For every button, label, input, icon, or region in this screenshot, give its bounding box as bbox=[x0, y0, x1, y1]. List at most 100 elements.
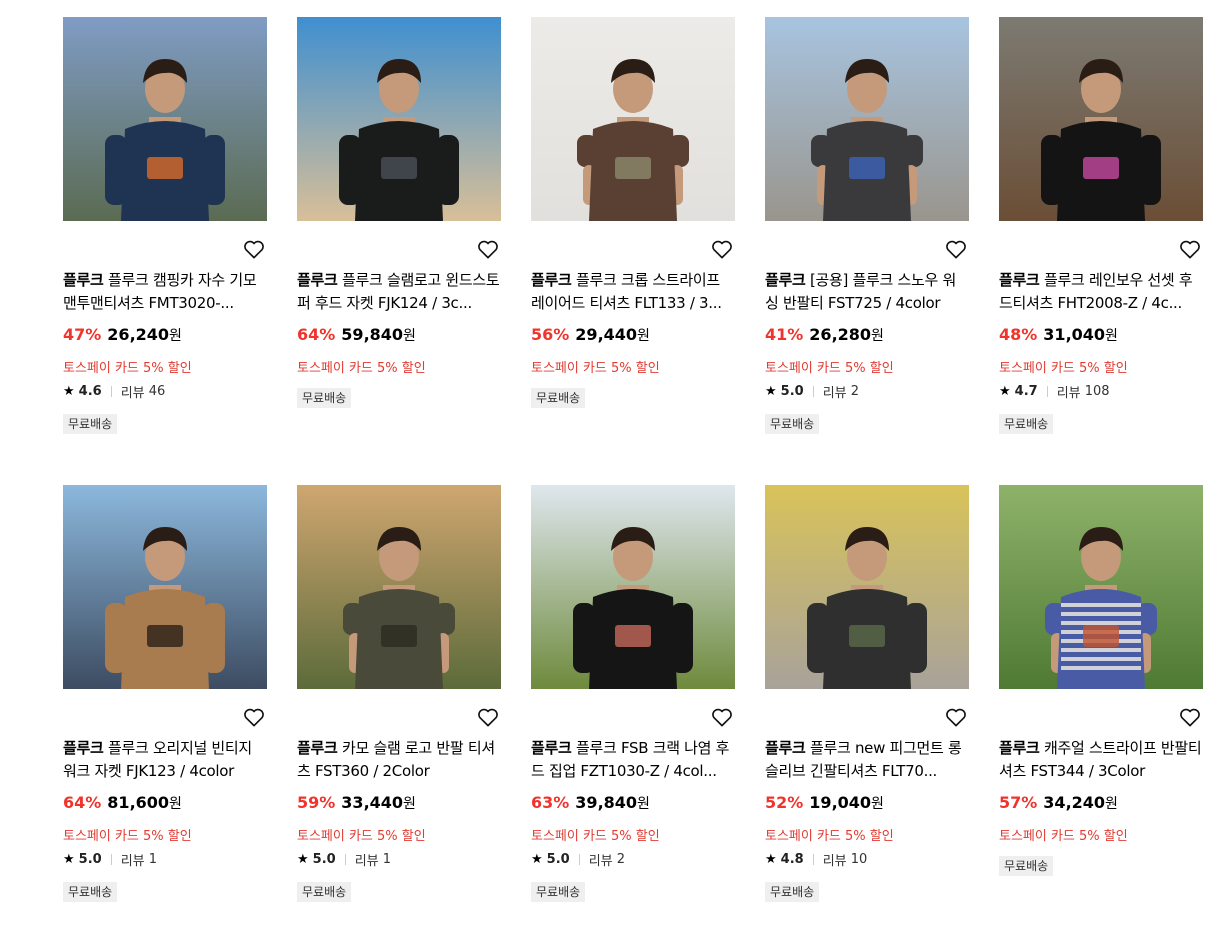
currency-unit: 원 bbox=[169, 796, 182, 812]
price-row: 64% 59,840원 bbox=[297, 325, 416, 345]
free-shipping-badge: 무료배송 bbox=[297, 388, 352, 408]
promo-text: 토스페이 카드 5% 할인 bbox=[765, 361, 894, 376]
review-label: 리뷰 bbox=[822, 386, 847, 401]
heart-icon[interactable] bbox=[243, 239, 265, 259]
product-card[interactable]: 플루크 플루크 슬램로고 윈드스토퍼 후드 자켓 FJK124 / 3c... … bbox=[297, 17, 501, 485]
brand-name[interactable]: 플루크 bbox=[999, 271, 1040, 289]
product-image[interactable] bbox=[999, 17, 1203, 221]
promo-text: 토스페이 카드 5% 할인 bbox=[63, 361, 192, 376]
review-count: 46 bbox=[148, 384, 166, 399]
product-image[interactable] bbox=[531, 17, 735, 221]
promo-text: 토스페이 카드 5% 할인 bbox=[297, 829, 426, 844]
product-image[interactable] bbox=[297, 17, 501, 221]
divider bbox=[1046, 386, 1048, 397]
review-label: 리뷰 bbox=[1056, 386, 1081, 401]
rating-row: ★ 4.8 리뷰 10 bbox=[765, 850, 867, 869]
star-icon: ★ bbox=[63, 852, 75, 867]
promo-text: 토스페이 카드 5% 할인 bbox=[531, 829, 660, 844]
star-icon: ★ bbox=[531, 852, 543, 867]
brand-name[interactable]: 플루크 bbox=[531, 739, 572, 757]
heart-icon[interactable] bbox=[711, 239, 733, 259]
review-label: 리뷰 bbox=[354, 854, 379, 869]
product-title[interactable]: 플루크 플루크 new 피그먼트 롱슬리브 긴팔티셔츠 FLT70... bbox=[765, 737, 969, 783]
product-card[interactable]: 플루크 플루크 레인보우 선셋 후드티셔츠 FHT2008-Z / 4c... … bbox=[999, 17, 1203, 485]
product-image[interactable] bbox=[63, 485, 267, 689]
brand-name[interactable]: 플루크 bbox=[63, 271, 104, 289]
product-title[interactable]: 플루크 플루크 캠핑카 자수 기모 맨투맨티셔츠 FMT3020-... bbox=[63, 269, 267, 315]
brand-name[interactable]: 플루크 bbox=[765, 271, 806, 289]
product-image[interactable] bbox=[531, 485, 735, 689]
free-shipping-badge: 무료배송 bbox=[765, 414, 820, 434]
star-icon: ★ bbox=[765, 384, 777, 399]
product-card[interactable]: 플루크 플루크 FSB 크랙 나염 후드 집업 FZT1030-Z / 4col… bbox=[531, 485, 735, 925]
brand-name[interactable]: 플루크 bbox=[297, 739, 338, 757]
brand-name[interactable]: 플루크 bbox=[63, 739, 104, 757]
product-image[interactable] bbox=[999, 485, 1203, 689]
product-card[interactable]: 플루크 플루크 캠핑카 자수 기모 맨투맨티셔츠 FMT3020-... 47%… bbox=[63, 17, 267, 485]
heart-icon[interactable] bbox=[711, 707, 733, 727]
sale-price: 59,840 bbox=[341, 325, 404, 344]
product-card[interactable]: 플루크 [공용] 플루크 스노우 워싱 반팔티 FST725 / 4color … bbox=[765, 17, 969, 485]
currency-unit: 원 bbox=[871, 796, 884, 812]
heart-icon[interactable] bbox=[1179, 707, 1201, 727]
heart-icon[interactable] bbox=[477, 707, 499, 727]
heart-icon[interactable] bbox=[945, 239, 967, 259]
product-card[interactable]: 플루크 카모 슬램 로고 반팔 티셔츠 FST360 / 2Color 59% 3… bbox=[297, 485, 501, 925]
review-count: 1 bbox=[382, 852, 392, 867]
price-row: 52% 19,040원 bbox=[765, 793, 884, 813]
sale-price: 31,040 bbox=[1043, 325, 1106, 344]
product-image[interactable] bbox=[765, 485, 969, 689]
rating-row: ★ 5.0 리뷰 2 bbox=[531, 850, 625, 869]
promo-text: 토스페이 카드 5% 할인 bbox=[531, 361, 660, 376]
brand-name[interactable]: 플루크 bbox=[297, 271, 338, 289]
currency-unit: 원 bbox=[1105, 796, 1118, 812]
product-title[interactable]: 플루크 플루크 크롭 스트라이프 레이어드 티셔츠 FLT133 / 3... bbox=[531, 269, 735, 315]
brand-name[interactable]: 플루크 bbox=[765, 739, 806, 757]
free-shipping-badge: 무료배송 bbox=[63, 882, 118, 902]
product-title[interactable]: 플루크 플루크 FSB 크랙 나염 후드 집업 FZT1030-Z / 4col… bbox=[531, 737, 735, 783]
product-title[interactable]: 플루크 캐주얼 스트라이프 반팔티셔츠 FST344 / 3Color bbox=[999, 737, 1203, 783]
discount-rate: 56% bbox=[531, 325, 570, 344]
product-title[interactable]: 플루크 플루크 슬램로고 윈드스토퍼 후드 자켓 FJK124 / 3c... bbox=[297, 269, 501, 315]
rating-row: ★ 4.6 리뷰 46 bbox=[63, 382, 165, 401]
discount-rate: 57% bbox=[999, 793, 1038, 812]
free-shipping-badge: 무료배송 bbox=[531, 882, 586, 902]
price-row: 47% 26,240원 bbox=[63, 325, 182, 345]
product-image[interactable] bbox=[765, 17, 969, 221]
discount-rate: 48% bbox=[999, 325, 1038, 344]
sale-price: 29,440 bbox=[575, 325, 638, 344]
product-card[interactable]: 플루크 플루크 크롭 스트라이프 레이어드 티셔츠 FLT133 / 3... … bbox=[531, 17, 735, 485]
product-card[interactable]: 플루크 캐주얼 스트라이프 반팔티셔츠 FST344 / 3Color 57% 3… bbox=[999, 485, 1203, 925]
product-title[interactable]: 플루크 카모 슬램 로고 반팔 티셔츠 FST360 / 2Color bbox=[297, 737, 501, 783]
product-title[interactable]: 플루크 플루크 레인보우 선셋 후드티셔츠 FHT2008-Z / 4c... bbox=[999, 269, 1203, 315]
product-image[interactable] bbox=[63, 17, 267, 221]
rating-score: 5.0 bbox=[78, 852, 102, 867]
product-title[interactable]: 플루크 플루크 오리지널 빈티지 워크 자켓 FJK123 / 4color bbox=[63, 737, 267, 783]
promo-text: 토스페이 카드 5% 할인 bbox=[297, 361, 426, 376]
heart-icon[interactable] bbox=[1179, 239, 1201, 259]
sale-price: 33,440 bbox=[341, 793, 404, 812]
divider bbox=[812, 854, 814, 865]
free-shipping-badge: 무료배송 bbox=[765, 882, 820, 902]
heart-icon[interactable] bbox=[243, 707, 265, 727]
review-label: 리뷰 bbox=[588, 854, 613, 869]
rating-score: 5.0 bbox=[780, 384, 804, 399]
review-label: 리뷰 bbox=[120, 386, 145, 401]
discount-rate: 63% bbox=[531, 793, 570, 812]
product-image[interactable] bbox=[297, 485, 501, 689]
product-card[interactable]: 플루크 플루크 new 피그먼트 롱슬리브 긴팔티셔츠 FLT70... 52%… bbox=[765, 485, 969, 925]
product-card[interactable]: 플루크 플루크 오리지널 빈티지 워크 자켓 FJK123 / 4color 6… bbox=[63, 485, 267, 925]
heart-icon[interactable] bbox=[477, 239, 499, 259]
brand-name[interactable]: 플루크 bbox=[999, 739, 1040, 757]
sale-price: 26,240 bbox=[107, 325, 170, 344]
free-shipping-badge: 무료배송 bbox=[297, 882, 352, 902]
price-row: 59% 33,440원 bbox=[297, 793, 416, 813]
review-count: 108 bbox=[1084, 384, 1110, 399]
discount-rate: 52% bbox=[765, 793, 804, 812]
currency-unit: 원 bbox=[871, 328, 884, 344]
price-row: 63% 39,840원 bbox=[531, 793, 650, 813]
price-row: 48% 31,040원 bbox=[999, 325, 1118, 345]
heart-icon[interactable] bbox=[945, 707, 967, 727]
brand-name[interactable]: 플루크 bbox=[531, 271, 572, 289]
product-title[interactable]: 플루크 [공용] 플루크 스노우 워싱 반팔티 FST725 / 4color bbox=[765, 269, 969, 315]
